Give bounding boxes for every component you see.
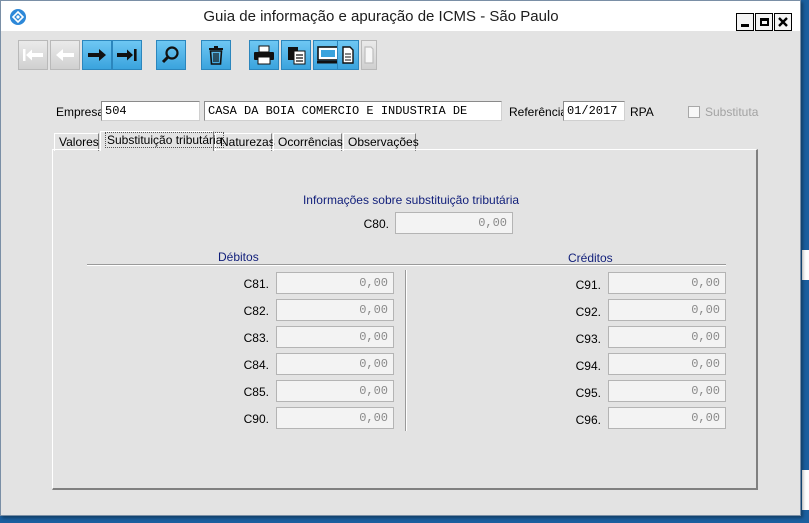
c80-label: C80. bbox=[363, 217, 389, 231]
close-icon bbox=[778, 17, 788, 27]
icms-window: Guia de informação e apuração de ICMS - … bbox=[0, 0, 801, 516]
background-window-edge bbox=[802, 250, 809, 280]
credito-field[interactable]: 0,00 bbox=[608, 272, 726, 294]
credito-field[interactable]: 0,00 bbox=[608, 353, 726, 375]
debito-field[interactable]: 0,00 bbox=[276, 353, 394, 375]
arrow-last-icon bbox=[117, 49, 137, 61]
empresa-code-field[interactable]: 504 bbox=[101, 101, 200, 121]
maximize-button[interactable] bbox=[755, 13, 773, 31]
referencia-label: Referência bbox=[509, 105, 568, 119]
print-copies-icon bbox=[288, 47, 306, 65]
credito-label: C93. bbox=[575, 332, 601, 346]
toolbar bbox=[15, 38, 377, 72]
credito-label: C91. bbox=[575, 278, 601, 292]
debito-label: C84. bbox=[243, 358, 269, 372]
creditos-title: Créditos bbox=[568, 251, 613, 265]
credito-label: C96. bbox=[575, 413, 601, 427]
credito-field[interactable]: 0,00 bbox=[608, 407, 726, 429]
tab-substituicao-tributaria[interactable]: Substituição tributária bbox=[100, 131, 225, 151]
debitos-title: Débitos bbox=[218, 250, 259, 264]
empresa-name-field[interactable]: CASA DA BOIA COMERCIO E INDUSTRIA DE bbox=[204, 101, 502, 121]
debito-label: C82. bbox=[243, 304, 269, 318]
title-bar[interactable]: Guia de informação e apuração de ICMS - … bbox=[1, 1, 800, 31]
document-icon bbox=[342, 46, 354, 64]
previous-record-button[interactable] bbox=[50, 40, 80, 70]
last-record-button[interactable] bbox=[112, 40, 142, 70]
debito-field[interactable]: 0,00 bbox=[276, 407, 394, 429]
c80-field[interactable]: 0,00 bbox=[395, 212, 513, 234]
close-button[interactable] bbox=[774, 13, 792, 31]
arrow-first-icon bbox=[23, 49, 43, 61]
credito-label: C94. bbox=[575, 359, 601, 373]
minimize-icon bbox=[741, 24, 749, 27]
document-disabled-icon bbox=[364, 46, 374, 64]
next-record-button[interactable] bbox=[82, 40, 112, 70]
maximize-icon bbox=[760, 18, 769, 26]
delete-button[interactable] bbox=[201, 40, 231, 70]
rpa-label: RPA bbox=[630, 105, 654, 119]
extra-button[interactable] bbox=[361, 40, 377, 70]
debito-label: C85. bbox=[243, 385, 269, 399]
arrow-left-icon bbox=[56, 49, 74, 61]
empresa-label: Empresa bbox=[56, 105, 105, 119]
referencia-field[interactable]: 01/2017 bbox=[563, 101, 625, 121]
printer-icon bbox=[254, 45, 274, 65]
minimize-button[interactable] bbox=[736, 13, 754, 31]
debito-field[interactable]: 0,00 bbox=[276, 299, 394, 321]
search-button[interactable] bbox=[156, 40, 186, 70]
arrow-right-icon bbox=[88, 49, 106, 61]
credito-field[interactable]: 0,00 bbox=[608, 299, 726, 321]
trash-icon bbox=[209, 46, 223, 65]
substituta-label: Substituta bbox=[705, 105, 759, 119]
section-divider bbox=[87, 264, 726, 266]
debito-label: C90. bbox=[243, 412, 269, 426]
background-window-edge bbox=[802, 470, 809, 510]
credito-field[interactable]: 0,00 bbox=[608, 380, 726, 402]
debito-label: C81. bbox=[243, 277, 269, 291]
credito-label: C95. bbox=[575, 386, 601, 400]
column-divider bbox=[405, 270, 407, 431]
credito-label: C92. bbox=[575, 305, 601, 319]
info-section-title: Informações sobre substituição tributári… bbox=[302, 193, 520, 207]
print-button[interactable] bbox=[249, 40, 279, 70]
window-title: Guia de informação e apuração de ICMS - … bbox=[203, 8, 559, 25]
debito-field[interactable]: 0,00 bbox=[276, 272, 394, 294]
debito-field[interactable]: 0,00 bbox=[276, 326, 394, 348]
credito-field[interactable]: 0,00 bbox=[608, 326, 726, 348]
debito-label: C83. bbox=[243, 331, 269, 345]
export-button[interactable] bbox=[337, 40, 359, 70]
substituicao-panel: Informações sobre substituição tributári… bbox=[52, 149, 758, 490]
print-copies-button[interactable] bbox=[281, 40, 311, 70]
debito-field[interactable]: 0,00 bbox=[276, 380, 394, 402]
first-record-button[interactable] bbox=[18, 40, 48, 70]
magnifier-icon bbox=[161, 46, 179, 64]
substituta-checkbox[interactable] bbox=[688, 106, 700, 118]
